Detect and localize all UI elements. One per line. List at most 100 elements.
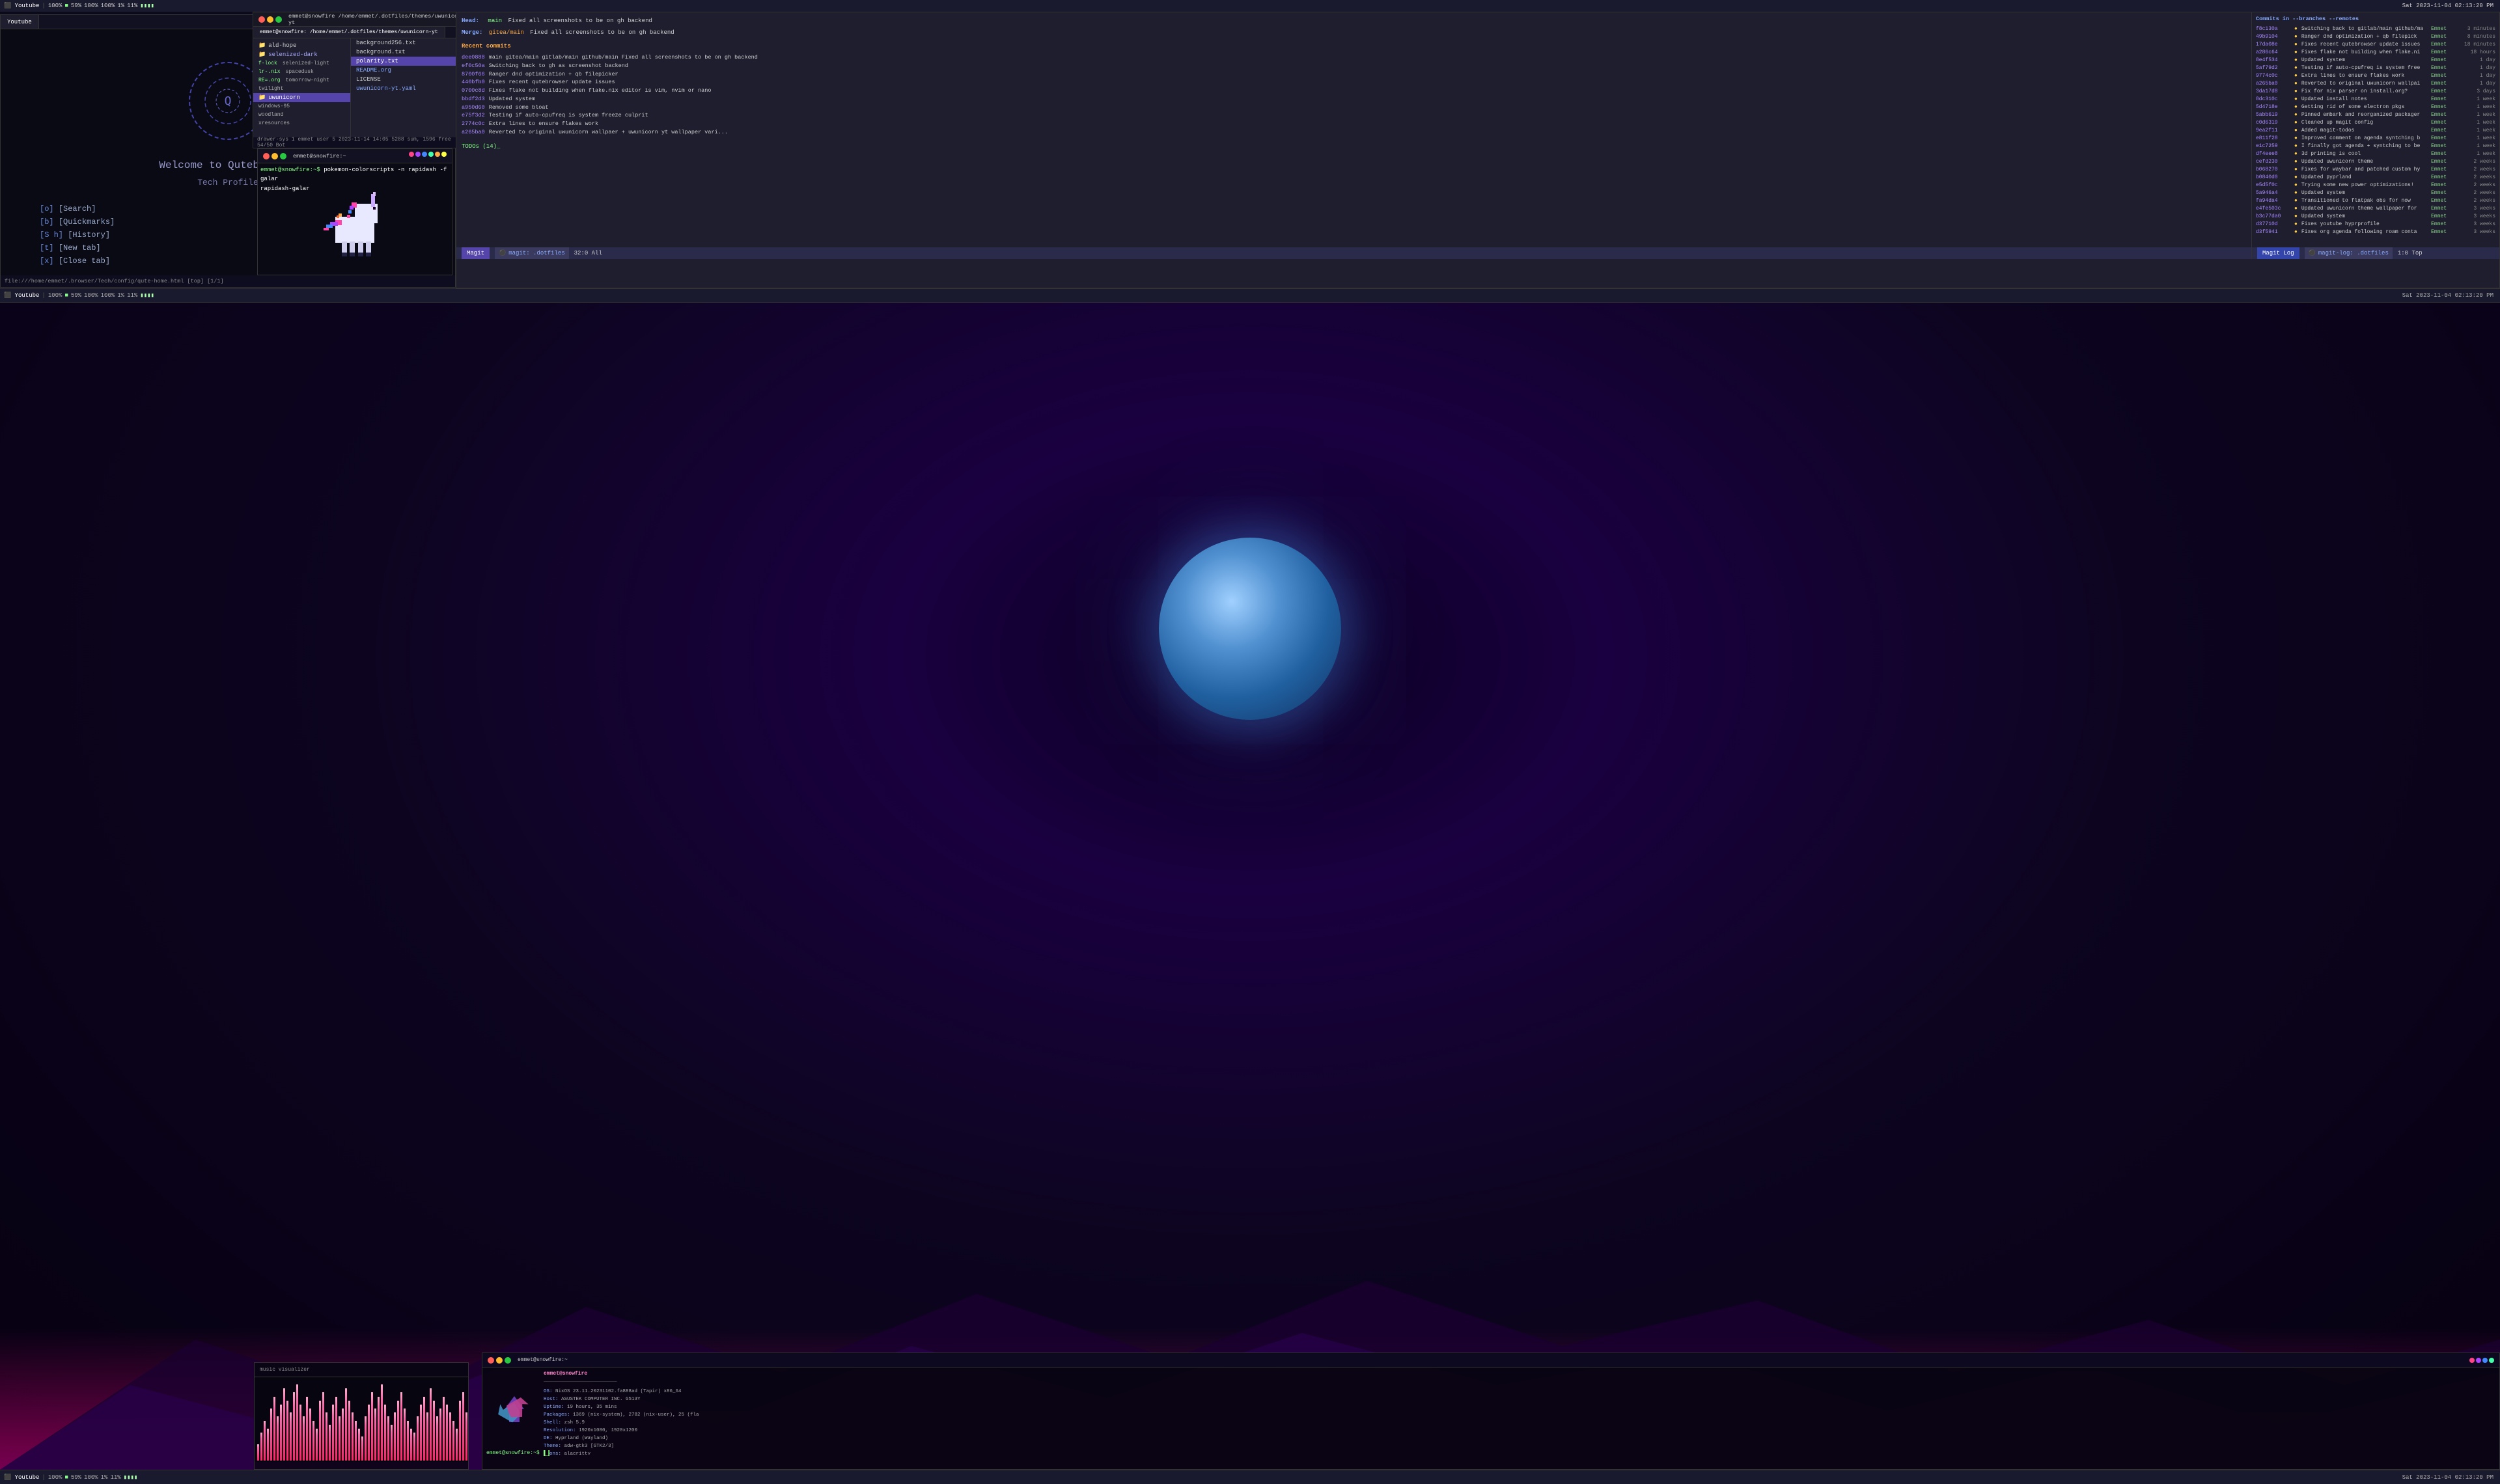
- viz-bar: [417, 1416, 419, 1461]
- neofetch-min-btn[interactable]: [496, 1357, 503, 1364]
- file-bg256[interactable]: background256.txt: [351, 38, 473, 48]
- dotfiles-tab[interactable]: emmet@snowfire: /home/emmet/.dotfiles/th…: [253, 27, 445, 38]
- dotfiles-window: emmet@snowfire /home/emmet/.dotfiles/the…: [253, 12, 474, 148]
- log-commit-e1c7259[interactable]: e1c7259 ● I finally got agenda + syntchi…: [2256, 143, 2495, 150]
- magit-window: Head: main Fixed all screenshots to be o…: [456, 12, 2500, 288]
- dotfiles-titlebar: emmet@snowfire /home/emmet/.dotfiles/the…: [253, 12, 473, 27]
- dir-twilight[interactable]: twilight: [253, 85, 350, 93]
- log-commit-9ea2f11[interactable]: 9ea2f11 ● Added magit-todos Emmet 1 week: [2256, 127, 2495, 135]
- statusbar-right: Sat 2023-11-04 02:13:20 PM: [2396, 3, 2500, 9]
- log-commit-8dc310c[interactable]: 8dc310c ● Updated install notes Emmet 1 …: [2256, 96, 2495, 103]
- commit-a950d60[interactable]: a950d60 Removed some bloat: [462, 103, 2246, 112]
- viz-bar: [293, 1392, 295, 1461]
- dir-selenized-dark[interactable]: 📁selenized-dark: [253, 50, 350, 59]
- log-commit-5d4718e[interactable]: 5d4718e ● Getting rid of some electron p…: [2256, 103, 2495, 111]
- log-commit-b3c77da0[interactable]: b3c77da0 ● Updated system Emmet 3 weeks: [2256, 213, 2495, 221]
- log-commit-a286c64[interactable]: a286c64 ● Fixes flake not building when …: [2256, 49, 2495, 57]
- log-commit-d3f5941[interactable]: d3f5941 ● Fixes org agenda following roa…: [2256, 228, 2495, 236]
- log-commit-3da17d8[interactable]: 3da17d8 ● Fix for nix parser on install.…: [2256, 88, 2495, 96]
- svg-text:Q: Q: [225, 94, 232, 108]
- viz-bar: [352, 1412, 354, 1461]
- dir-xresources[interactable]: xresources: [253, 119, 350, 128]
- datetime-display: Sat 2023-11-04 02:13:20 PM: [2402, 3, 2493, 9]
- file-bg[interactable]: background.txt: [351, 48, 473, 57]
- commit-0700c8d[interactable]: 0700c8d Fixes flake not building when fl…: [462, 87, 2246, 95]
- viz-bar: [381, 1384, 383, 1461]
- neofetch-close-btn[interactable]: [488, 1357, 494, 1364]
- log-commit-f8c130a[interactable]: f8c130a ● Switching back to gitlab/main …: [2256, 25, 2495, 33]
- log-commit-df4eee8[interactable]: df4eee8 ● 3d printing is cool Emmet 1 we…: [2256, 150, 2495, 158]
- viz-bar: [378, 1397, 380, 1461]
- close-btn[interactable]: [258, 16, 265, 23]
- commit-440bfb0[interactable]: 440bfb0 Fixes recent qutebrowser update …: [462, 78, 2246, 87]
- neofetch-titlebar: emmet@snowfire:~: [482, 1353, 2499, 1367]
- viz-bar: [361, 1436, 363, 1461]
- magit-log-mode-indicator: Magit Log: [2257, 247, 2299, 259]
- viz-bar: [277, 1416, 279, 1461]
- viz-bar: [371, 1392, 373, 1461]
- pokemon-title: emmet@snowfire:~: [293, 153, 346, 159]
- viz-bar: [290, 1412, 292, 1461]
- log-commit-c0d6319[interactable]: c0d6319 ● Cleaned up magit config Emmet …: [2256, 119, 2495, 127]
- log-commit-cefd230[interactable]: cefd230 ● Updated uwunicorn theme Emmet …: [2256, 158, 2495, 166]
- file-readme[interactable]: README.org: [351, 66, 473, 75]
- log-commit-5a946a4[interactable]: 5a946a4 ● Updated system Emmet 2 weeks: [2256, 189, 2495, 197]
- viz-bar: [449, 1412, 451, 1461]
- viz-bar: [397, 1401, 399, 1461]
- log-commit-49b9104[interactable]: 49b9104 ● Ranger dnd optimization + qb f…: [2256, 33, 2495, 41]
- log-commit-e5d5f0c[interactable]: e5d5f0c ● Trying some new power optimiza…: [2256, 182, 2495, 189]
- magit-todos: TODOs (14)_: [462, 142, 2246, 151]
- nixos-logo-svg: [488, 1386, 540, 1438]
- log-commit-a265ba0[interactable]: a265ba0 ● Reverted to original uwunicorn…: [2256, 80, 2495, 88]
- magit-head-line: Head: main Fixed all screenshots to be o…: [462, 16, 2246, 25]
- dir-lr-nix[interactable]: lr-.nixspacedusk: [253, 68, 350, 76]
- file-polarity[interactable]: polarity.txt: [351, 57, 473, 66]
- bottom-section: music visualizer emmet@snowfire:~: [0, 301, 2500, 1484]
- dir-ald-hope[interactable]: 📁ald-hope: [253, 41, 350, 50]
- viz-bar: [384, 1405, 386, 1461]
- dir-f-lock[interactable]: f-lockselenized-light: [253, 59, 350, 68]
- commit-ef0c50a[interactable]: ef0c50a Switching back to gh as screensh…: [462, 62, 2246, 70]
- min-btn[interactable]: [267, 16, 273, 23]
- commit-2774c0c[interactable]: 2774c0c Extra lines to ensure flakes wor…: [462, 120, 2246, 128]
- tab-qute[interactable]: Youtube: [1, 15, 39, 29]
- file-license[interactable]: LICENSE: [351, 75, 473, 84]
- magit-left-pane: Head: main Fixed all screenshots to be o…: [456, 12, 2252, 259]
- magit-split: Head: main Fixed all screenshots to be o…: [456, 12, 2499, 259]
- viz-bar: [426, 1412, 428, 1461]
- dir-re-org[interactable]: RE=.orgtomorrow-night: [253, 76, 350, 85]
- nixos-logo-area: [485, 1370, 544, 1455]
- log-commit-e811f28[interactable]: e811f28 ● Improved comment on agenda syn…: [2256, 135, 2495, 143]
- file-uwunicorn-yaml[interactable]: uwunicorn-yt.yaml: [351, 84, 473, 93]
- magit-commits-list: dee0888 main gitea/main gitlab/main gith…: [462, 53, 2246, 137]
- log-commit-d37710d[interactable]: d37710d ● Fixes youtube hyprprofile Emme…: [2256, 221, 2495, 228]
- log-commit-e4fe503c[interactable]: e4fe503c ● Updated uwunicorn theme wallp…: [2256, 205, 2495, 213]
- commit-a265ba0[interactable]: a265ba0 Reverted to original uwunicorn w…: [462, 128, 2246, 137]
- commit-8700f66[interactable]: 8700f66 Ranger dnd optimization + qb fil…: [462, 70, 2246, 79]
- dir-uwunicorn[interactable]: 📁uwunicorn: [253, 93, 350, 102]
- log-commit-5af79d2[interactable]: 5af79d2 ● Testing if auto-cpufreq is sys…: [2256, 64, 2495, 72]
- viz-bar: [345, 1388, 347, 1461]
- visualizer-bars: [255, 1377, 468, 1462]
- viz-bar: [459, 1401, 461, 1461]
- poke-min-btn[interactable]: [271, 153, 278, 159]
- viz-bar: [319, 1401, 321, 1461]
- log-commit-b068270[interactable]: b068270 ● Fixes for waybar and patched c…: [2256, 166, 2495, 174]
- poke-close-btn[interactable]: [263, 153, 270, 159]
- commit-e75f3d2[interactable]: e75f3d2 Testing if auto-cpufreq is syste…: [462, 111, 2246, 120]
- commit-dee0888[interactable]: dee0888 main gitea/main gitlab/main gith…: [462, 53, 2246, 62]
- log-commit-fa94da4[interactable]: fa94da4 ● Transitioned to flatpak obs fo…: [2256, 197, 2495, 205]
- log-commit-9774c0c[interactable]: 9774c0c ● Extra lines to ensure flakes w…: [2256, 72, 2495, 80]
- neofetch-max-btn[interactable]: [505, 1357, 511, 1364]
- dir-windows95[interactable]: windows-95: [253, 102, 350, 111]
- log-commit-17da08e[interactable]: 17da08e ● Fixes recent qutebrowser updat…: [2256, 41, 2495, 49]
- log-commit-8e4f534[interactable]: 8e4f534 ● Updated system Emmet 1 day: [2256, 57, 2495, 64]
- log-commit-5abb619[interactable]: 5abb619 ● Pinned embark and reorganized …: [2256, 111, 2495, 119]
- viz-bar: [404, 1408, 406, 1461]
- max-btn[interactable]: [275, 16, 282, 23]
- visualizer-titlebar: music visualizer: [255, 1363, 468, 1377]
- commit-bbdf2d3[interactable]: bbdf2d3 Updated system: [462, 95, 2246, 103]
- poke-max-btn[interactable]: [280, 153, 286, 159]
- dir-woodland[interactable]: woodland: [253, 111, 350, 119]
- log-commit-b0840d0[interactable]: b0840d0 ● Updated pyprland Emmet 2 weeks: [2256, 174, 2495, 182]
